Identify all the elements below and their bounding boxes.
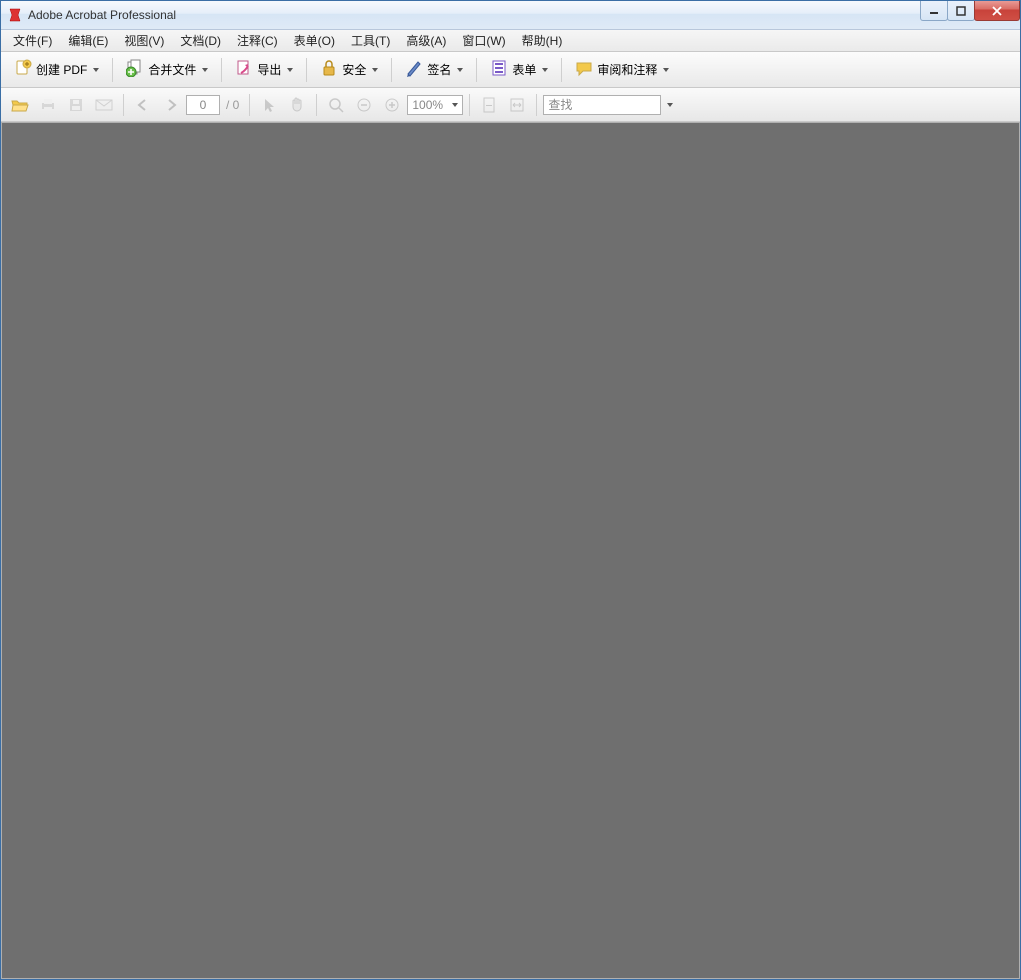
zoom-value-label: 100%: [412, 98, 443, 112]
separator: [221, 58, 222, 82]
separator: [536, 94, 537, 116]
dropdown-icon: [663, 68, 669, 72]
zoom-level-select[interactable]: 100%: [407, 95, 463, 115]
page-total-label: / 0: [226, 98, 239, 112]
minimize-button[interactable]: [920, 1, 948, 21]
export-icon: [235, 59, 253, 80]
pen-icon: [405, 59, 423, 80]
separator: [561, 58, 562, 82]
combine-icon: [126, 59, 144, 80]
menu-comments[interactable]: 注释(C): [229, 30, 286, 51]
menu-document[interactable]: 文档(D): [172, 30, 229, 51]
create-pdf-label: 创建 PDF: [36, 61, 87, 78]
find-input[interactable]: 查找: [543, 95, 661, 115]
create-pdf-button[interactable]: 创建 PDF: [7, 56, 106, 84]
forms-button[interactable]: 表单: [483, 56, 555, 84]
find-placeholder: 查找: [548, 96, 572, 113]
separator: [123, 94, 124, 116]
dropdown-icon: [93, 68, 99, 72]
dropdown-icon: [457, 68, 463, 72]
forms-icon: [490, 59, 508, 80]
separator: [476, 58, 477, 82]
arrow-right-icon: [164, 98, 178, 112]
save-button[interactable]: [63, 92, 89, 118]
sign-button[interactable]: 签名: [398, 56, 470, 84]
menu-forms[interactable]: 表单(O): [286, 30, 343, 51]
cursor-icon: [262, 97, 276, 113]
plus-circle-icon: [384, 97, 400, 113]
dropdown-icon: [542, 68, 548, 72]
fit-page-button[interactable]: [476, 92, 502, 118]
dropdown-icon: [452, 103, 458, 107]
separator: [316, 94, 317, 116]
sign-label: 签名: [427, 61, 451, 78]
save-icon: [68, 97, 84, 113]
menu-file[interactable]: 文件(F): [5, 30, 60, 51]
dropdown-icon: [287, 68, 293, 72]
menu-advanced[interactable]: 高级(A): [398, 30, 454, 51]
window-controls: [921, 1, 1020, 21]
separator: [306, 58, 307, 82]
review-button[interactable]: 审阅和注释: [568, 56, 676, 84]
folder-open-icon: [11, 97, 29, 113]
prev-page-button[interactable]: [130, 92, 156, 118]
export-button[interactable]: 导出: [228, 56, 300, 84]
arrow-left-icon: [136, 98, 150, 112]
comment-icon: [575, 59, 593, 80]
menu-edit[interactable]: 编辑(E): [60, 30, 116, 51]
titlebar: Adobe Acrobat Professional: [1, 1, 1020, 30]
fit-width-icon: [509, 97, 525, 113]
menu-help[interactable]: 帮助(H): [514, 30, 571, 51]
next-page-button[interactable]: [158, 92, 184, 118]
page-number-input[interactable]: [186, 95, 220, 115]
separator: [249, 94, 250, 116]
maximize-button[interactable]: [947, 1, 975, 21]
print-button[interactable]: [35, 92, 61, 118]
forms-label: 表单: [512, 61, 536, 78]
select-tool-button[interactable]: [256, 92, 282, 118]
menu-window[interactable]: 窗口(W): [454, 30, 513, 51]
separator: [112, 58, 113, 82]
menu-view[interactable]: 视图(V): [116, 30, 172, 51]
file-toolbar: / 0 100% 查找: [1, 88, 1020, 122]
hand-icon: [289, 97, 305, 113]
combine-files-button[interactable]: 合并文件: [119, 56, 215, 84]
combine-label: 合并文件: [148, 61, 196, 78]
zoom-in-button[interactable]: [379, 92, 405, 118]
export-label: 导出: [257, 61, 281, 78]
separator: [469, 94, 470, 116]
printer-icon: [39, 97, 57, 113]
fit-page-icon: [482, 97, 496, 113]
find-dropdown-icon[interactable]: [667, 103, 673, 107]
zoom-marquee-icon: [328, 97, 344, 113]
zoom-out-button[interactable]: [351, 92, 377, 118]
open-button[interactable]: [7, 92, 33, 118]
hand-tool-button[interactable]: [284, 92, 310, 118]
create-pdf-icon: [14, 59, 32, 80]
email-button[interactable]: [91, 92, 117, 118]
review-label: 审阅和注释: [597, 61, 657, 78]
acrobat-icon: [7, 7, 23, 23]
app-window: Adobe Acrobat Professional 文件(F) 编辑(E) 视…: [0, 0, 1021, 980]
menubar: 文件(F) 编辑(E) 视图(V) 文档(D) 注释(C) 表单(O) 工具(T…: [1, 30, 1020, 52]
marquee-zoom-button[interactable]: [323, 92, 349, 118]
document-area: [1, 122, 1020, 979]
security-button[interactable]: 安全: [313, 56, 385, 84]
minus-circle-icon: [356, 97, 372, 113]
window-title: Adobe Acrobat Professional: [28, 8, 176, 22]
separator: [391, 58, 392, 82]
security-label: 安全: [342, 61, 366, 78]
fit-width-button[interactable]: [504, 92, 530, 118]
dropdown-icon: [202, 68, 208, 72]
dropdown-icon: [372, 68, 378, 72]
lock-icon: [320, 59, 338, 80]
envelope-icon: [95, 98, 113, 112]
menu-tools[interactable]: 工具(T): [343, 30, 398, 51]
task-toolbar: 创建 PDF 合并文件 导出 安全 签名 表单: [1, 52, 1020, 88]
close-button[interactable]: [974, 1, 1020, 21]
